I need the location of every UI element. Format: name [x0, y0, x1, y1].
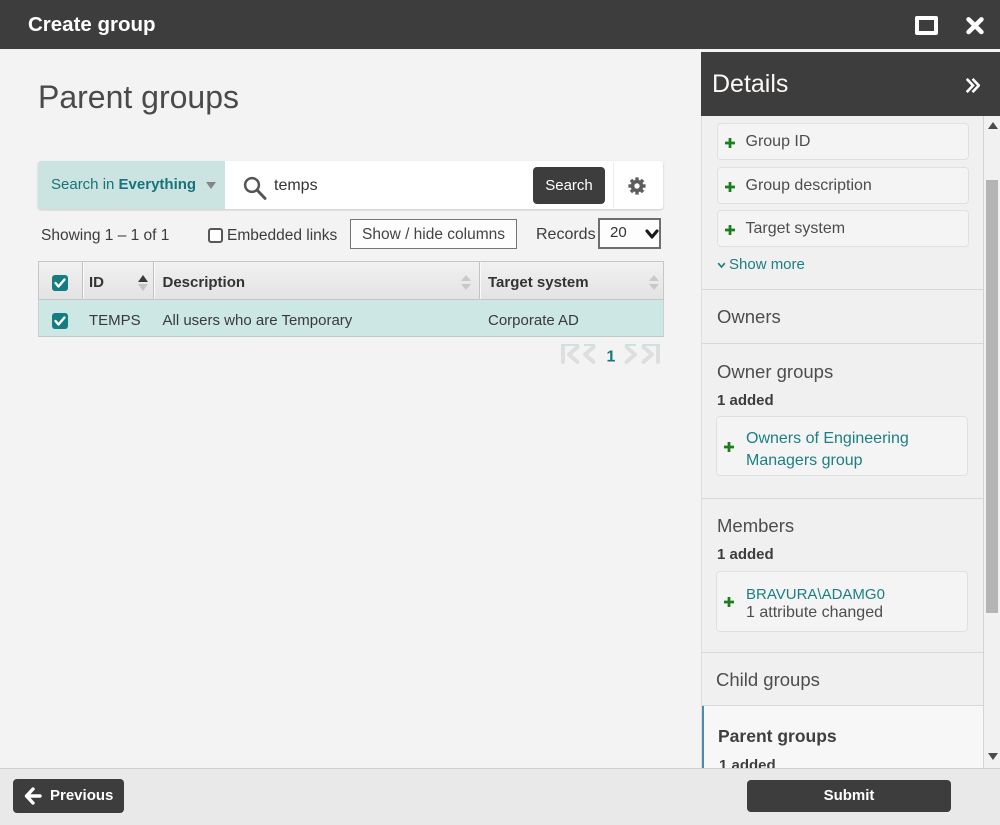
svg-text:1: 1: [607, 349, 616, 366]
